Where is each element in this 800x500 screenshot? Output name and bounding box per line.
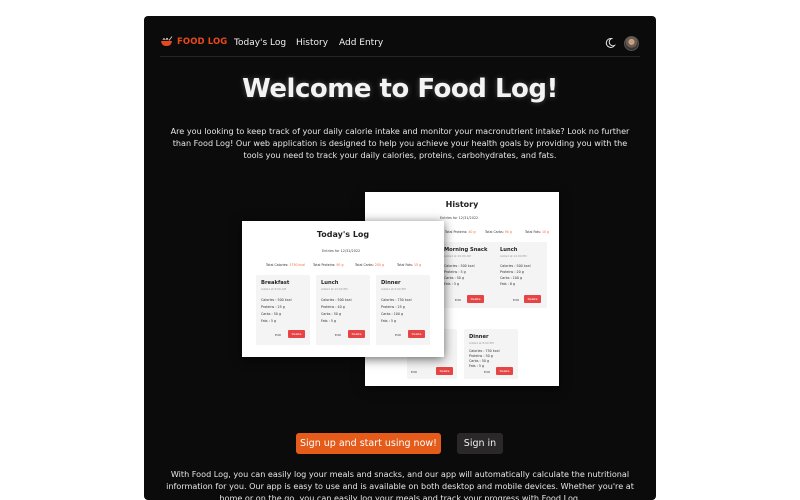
card-fats: Fats : 5 g (321, 319, 337, 323)
card-time: Added at 8:00 PM (469, 341, 494, 345)
delete-button[interactable]: Delete (288, 330, 305, 338)
nav-divider (160, 56, 640, 57)
total-value: 15 g (413, 263, 422, 267)
card-proteins: Proteins : 20 g (500, 270, 524, 274)
card-calories: Calories : 500 kcal (500, 264, 531, 268)
card-proteins: Proteins : 5 g (444, 270, 466, 274)
delete-button[interactable]: Delete (436, 367, 453, 375)
todays-log-preview: Today's Log Entries for 12/31/2022 Total… (242, 221, 444, 357)
card-calories: Calories : 500 kcal (261, 298, 292, 302)
edit-button[interactable]: Edit (411, 370, 417, 374)
bowl-icon (161, 36, 173, 46)
card-carbs: Carbs : 50 g (444, 276, 465, 280)
brand-name: FOOD LOG (177, 36, 228, 47)
card-calories: Calories : 750 kcal (381, 298, 412, 302)
edit-button[interactable]: Edit (513, 298, 519, 302)
total-value: 200 g (374, 263, 384, 267)
card-carbs: Carbs : 50 g (261, 312, 282, 316)
nav-link-history[interactable]: History (296, 38, 328, 48)
total-label: Total Carbs: (355, 263, 374, 267)
card-proteins: Proteins : 30 g (469, 354, 493, 358)
todays-log-preview-title: Today's Log (316, 230, 370, 239)
today-total-proteins: Total Proteins: 90 g (313, 263, 343, 267)
total-value: 1750 kcal (289, 263, 305, 267)
moon-icon[interactable] (604, 37, 616, 49)
brand-logo[interactable]: FOOD LOG (160, 36, 227, 47)
card-time: Added at 10:00 AM (444, 254, 471, 258)
today-card-dinner: Dinner Added at 6:00 PM Calories : 750 k… (376, 275, 430, 345)
page-title: Welcome to Food Log! (242, 74, 558, 104)
signup-button[interactable]: Sign up and start using now! (296, 433, 441, 454)
card-title: Dinner (381, 280, 401, 286)
intro-paragraph: Are you looking to keep track of your da… (170, 126, 630, 160)
card-fats: Fats : 5 g (444, 282, 460, 286)
total-label: Total Fats: (525, 230, 541, 234)
card-proteins: Proteins : 40 g (321, 305, 345, 309)
total-label: Total Fats: (397, 263, 413, 267)
edit-button[interactable]: Edit (275, 333, 281, 337)
today-total-calories: Total Calories: 1750 kcal (266, 263, 305, 267)
delete-button[interactable]: Delete (348, 330, 365, 338)
avatar[interactable] (624, 36, 639, 51)
today-total-carbs: Total Carbs: 200 g (355, 263, 384, 267)
history-total-proteins: Total Proteins: 40 g (445, 230, 475, 234)
card-calories: Calories : 750 kcal (469, 349, 500, 353)
total-value: 10 g (541, 230, 550, 234)
history-preview-title: History (445, 200, 479, 209)
today-card-breakfast: Breakfast Added at 8:00 AM Calories : 50… (256, 275, 310, 345)
history-card-morning-snack: Morning Snack Added at 10:00 AM Calories… (439, 242, 499, 308)
card-title: Lunch (500, 247, 518, 253)
todays-log-preview-subtitle: Entries for 12/31/2022 (322, 249, 361, 253)
total-value: 90 g (504, 230, 512, 234)
delete-button[interactable]: Delete (467, 295, 484, 303)
card-calories: Calories : 500 kcal (321, 298, 352, 302)
edit-button[interactable]: Edit (455, 298, 461, 302)
history-total-carbs: Total Carbs: 90 g (485, 230, 512, 234)
card-time: Added at 8:00 AM (261, 287, 286, 291)
history-preview-subtitle: Entries for 12/31/2022 (440, 216, 479, 220)
card-proteins: Proteins : 25 g (381, 305, 405, 309)
today-card-lunch: Lunch Added at 12:00 PM Calories : 500 k… (316, 275, 370, 345)
delete-button[interactable]: Delete (524, 295, 541, 303)
card-carbs: Carbs : 50 g (469, 359, 490, 363)
nav-link-todays-log[interactable]: Today's Log (234, 38, 286, 48)
card-fats: Fats : 5 g (469, 364, 485, 368)
edit-button[interactable]: Edit (335, 333, 341, 337)
nav-link-add-entry[interactable]: Add Entry (339, 38, 383, 48)
card-title: Morning Snack (444, 247, 488, 253)
total-label: Total Proteins: (445, 230, 468, 234)
card-fats: Fats : 8 g (500, 282, 516, 286)
total-label: Total Proteins: (313, 263, 336, 267)
card-time: Added at 12:00 PM (500, 254, 527, 258)
delete-button[interactable]: Delete (496, 367, 513, 375)
edit-button[interactable]: Edit (395, 333, 401, 337)
card-carbs: Carbs : 100 g (500, 276, 523, 280)
card-title: Lunch (321, 280, 339, 286)
delete-button[interactable]: Delete (408, 330, 425, 338)
total-value: 90 g (336, 263, 344, 267)
card-calories: Calories : 500 kcal (444, 264, 475, 268)
total-value: 40 g (468, 230, 476, 234)
navbar: FOOD LOG Today's Log History Add Entry (144, 16, 656, 56)
outro-paragraph: With Food Log, you can easily log your m… (166, 469, 634, 500)
history-total-fats: Total Fats: 10 g (525, 230, 549, 234)
today-total-fats: Total Fats: 15 g (397, 263, 421, 267)
history-card-dinner: Dinner Added at 8:00 PM Calories : 750 k… (464, 329, 518, 379)
card-carbs: Carbs : 100 g (381, 312, 404, 316)
card-time: Added at 12:00 PM (321, 287, 348, 291)
card-carbs: Carbs : 50 g (321, 312, 342, 316)
signin-button[interactable]: Sign in (457, 433, 503, 454)
card-fats: Fats : 5 g (261, 319, 277, 323)
total-label: Total Carbs: (485, 230, 504, 234)
card-time: Added at 6:00 PM (381, 287, 406, 291)
history-card-lunch: Lunch Added at 12:00 PM Calories : 500 k… (495, 242, 547, 308)
card-title: Dinner (469, 334, 489, 340)
card-title: Breakfast (261, 280, 290, 286)
total-label: Total Calories: (266, 263, 289, 267)
app-window: FOOD LOG Today's Log History Add Entry W… (144, 16, 656, 500)
card-proteins: Proteins : 25 g (261, 305, 285, 309)
card-fats: Fats : 5 g (381, 319, 397, 323)
edit-button[interactable]: Edit (484, 370, 490, 374)
